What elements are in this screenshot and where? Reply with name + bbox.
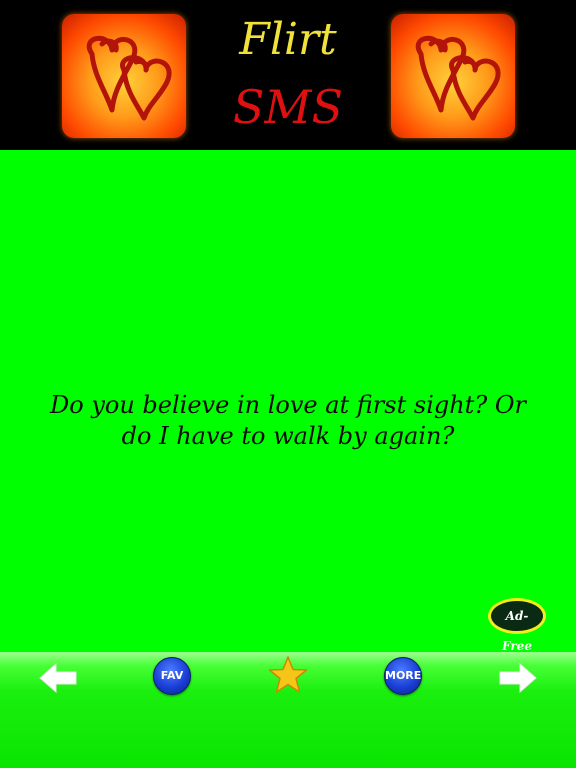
double-heart-icon — [391, 14, 515, 138]
ad-free-button[interactable]: Ad-Free — [488, 598, 546, 653]
double-heart-icon — [62, 14, 186, 138]
flirt-message: Do you believe in love at first sight? O… — [50, 391, 526, 450]
fav-button[interactable]: FAV — [153, 657, 191, 695]
star-icon[interactable] — [268, 655, 308, 695]
arrow-left-icon[interactable] — [36, 658, 80, 698]
app-title-line1: Flirt — [239, 14, 337, 65]
arrow-right-icon[interactable] — [496, 658, 540, 698]
app-screen: Flirt SMS Do you believe in love at firs… — [0, 0, 576, 768]
app-title-line2: SMS — [232, 80, 344, 134]
more-button[interactable]: MORE — [384, 657, 422, 695]
header: Flirt SMS — [0, 0, 576, 150]
